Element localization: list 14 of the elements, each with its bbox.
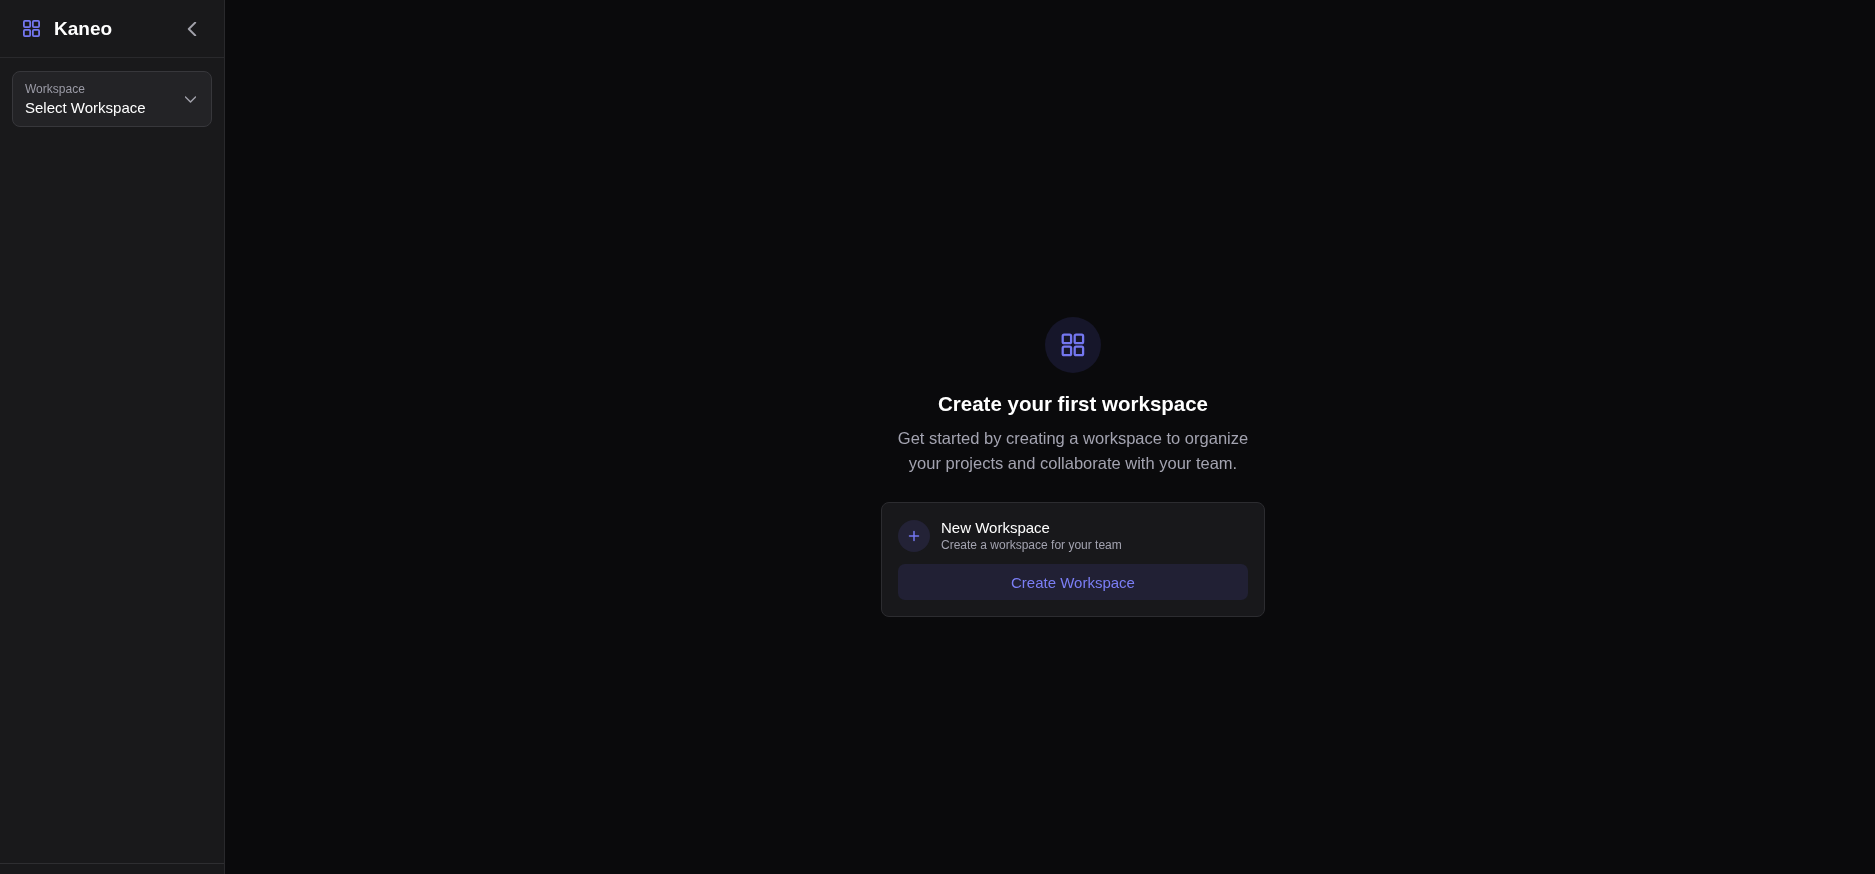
- empty-state-description: Get started by creating a workspace to organize your projects and collaborate with your team.: [896, 428, 1250, 474]
- grid-logo-icon: [23, 20, 40, 37]
- empty-state-title: Create your first workspace: [938, 392, 1208, 416]
- grid-icon: [1045, 317, 1101, 373]
- chevron-left-icon: [185, 21, 199, 36]
- card-title: New Workspace: [941, 519, 1051, 536]
- workspace-select-label: Workspace: [25, 82, 86, 96]
- plus-icon: [898, 519, 930, 552]
- workspace-select-value: Select Workspace: [25, 99, 147, 116]
- brand-name: Kaneo: [54, 17, 113, 40]
- create-workspace-button[interactable]: Create Workspace: [898, 564, 1248, 600]
- card-subtitle: Create a workspace for your team: [941, 538, 1122, 552]
- chevron-down-icon: [185, 95, 196, 103]
- workspace-select[interactable]: Workspace Select Workspace: [12, 71, 212, 127]
